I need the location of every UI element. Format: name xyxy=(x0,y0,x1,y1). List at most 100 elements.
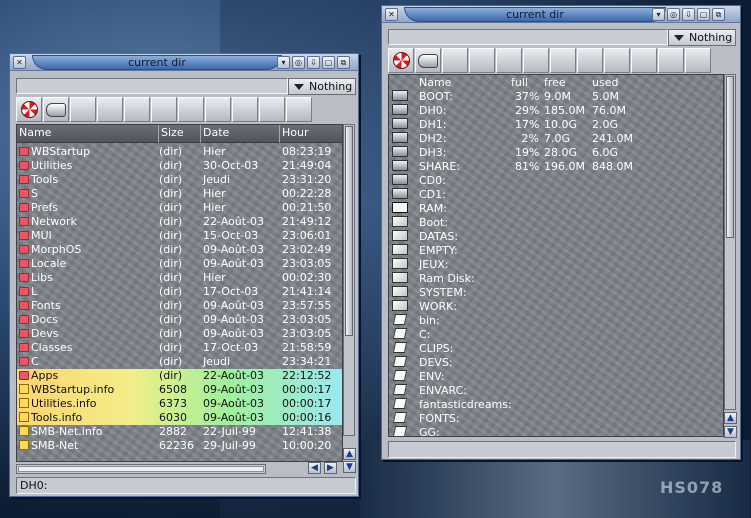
toolbar-slot-8[interactable] xyxy=(631,48,657,73)
jump-icon[interactable]: ⇩ xyxy=(682,8,695,21)
table-row[interactable]: C (dir) Jeudi 23:34:21 xyxy=(17,355,342,369)
iconify-icon[interactable]: ▾ xyxy=(652,8,665,21)
list-item[interactable]: C: xyxy=(389,328,723,342)
table-row[interactable]: Devs (dir) 09-Août-03 23:03:05 xyxy=(17,327,342,341)
scroll-down-icon[interactable]: ▼ xyxy=(724,426,737,438)
right-window[interactable]: ✕ current dir ▾ ◎ ⇩ ▢ ⧉ Nothing Name full… xyxy=(381,5,741,460)
table-row[interactable]: Apps (dir) 22-Août-03 22:12:52 xyxy=(17,369,342,383)
toolbar-slot-4[interactable] xyxy=(151,97,177,122)
table-row[interactable]: Network (dir) 22-Août-03 21:49:12 xyxy=(17,215,342,229)
table-row[interactable]: WBStartup (dir) Hier 08:23:19 xyxy=(17,145,342,159)
table-row[interactable]: Prefs (dir) Hier 00:21:50 xyxy=(17,201,342,215)
toolbar-slot-6[interactable] xyxy=(205,97,231,122)
list-item[interactable]: bin: xyxy=(389,314,723,328)
zoom-icon[interactable]: ▢ xyxy=(697,8,710,21)
iconify-icon[interactable]: ▾ xyxy=(277,56,290,69)
path-field[interactable] xyxy=(16,78,288,94)
column-header-name[interactable]: Name xyxy=(17,125,159,143)
right-window-titlebar[interactable]: ✕ current dir ▾ ◎ ⇩ ▢ ⧉ xyxy=(382,6,740,23)
list-item[interactable]: EMPTY: xyxy=(389,244,723,258)
column-header-size[interactable]: Size xyxy=(159,125,201,143)
table-row[interactable]: Classes (dir) 17-Oct-03 21:58:59 xyxy=(17,341,342,355)
toolbar-slot-9[interactable] xyxy=(658,48,684,73)
toolbar-slot-10[interactable] xyxy=(685,48,711,73)
toolbar-slot-3[interactable] xyxy=(496,48,522,73)
table-row[interactable]: Fonts (dir) 09-Août-03 23:57:55 xyxy=(17,299,342,313)
list-item[interactable]: DH0: 29% 185.0M 76.0M xyxy=(389,104,723,118)
left-window-titlebar[interactable]: ✕ current dir ▾ ◎ ⇩ ▢ ⧉ xyxy=(10,54,358,71)
table-row[interactable]: MUI (dir) 15-Oct-03 23:06:01 xyxy=(17,229,342,243)
list-item[interactable]: DATAS: xyxy=(389,230,723,244)
left-scroll-thumb[interactable] xyxy=(345,126,353,336)
table-row[interactable]: WBStartup.info 6508 09-Août-03 00:00:17 xyxy=(17,383,342,397)
list-item[interactable]: DH3: 19% 28.0G 6.0G xyxy=(389,146,723,160)
close-icon[interactable]: ✕ xyxy=(13,56,26,69)
list-item[interactable]: fantasticdreams: xyxy=(389,398,723,412)
toolbar-slot-2[interactable] xyxy=(469,48,495,73)
toolbar-slot-6[interactable] xyxy=(577,48,603,73)
list-item[interactable]: ENV: xyxy=(389,370,723,384)
list-item[interactable]: DEVS: xyxy=(389,356,723,370)
scroll-right-icon[interactable]: ▶ xyxy=(324,462,337,474)
table-row[interactable]: L (dir) 17-Oct-03 21:41:14 xyxy=(17,285,342,299)
left-vertical-scrollbar[interactable] xyxy=(343,124,355,436)
column-header-date[interactable]: Date xyxy=(201,125,280,143)
toolbar-slot-3[interactable] xyxy=(124,97,150,122)
column-header-used[interactable]: used xyxy=(592,76,618,90)
jump-icon[interactable]: ⇩ xyxy=(307,56,320,69)
list-item[interactable]: CLIPS: xyxy=(389,342,723,356)
boing-ball-button[interactable] xyxy=(388,48,414,73)
close-icon[interactable]: ✕ xyxy=(385,8,398,21)
list-item[interactable]: FONTS: xyxy=(389,412,723,426)
table-row[interactable]: SMB-Net 62236 29-Juil-99 10:00:20 xyxy=(17,439,342,453)
path-field[interactable] xyxy=(388,29,668,45)
toolbar-slot-1[interactable] xyxy=(70,97,96,122)
file-list[interactable]: Name Size Date Hour WBStartup (dir) Hier 08… xyxy=(16,124,343,462)
left-hscroll-thumb[interactable] xyxy=(18,466,264,472)
toolbar-slot-7[interactable] xyxy=(604,48,630,73)
scroll-up-icon[interactable]: ▲ xyxy=(724,412,737,424)
toolbar-slot-2[interactable] xyxy=(97,97,123,122)
right-scroll-thumb[interactable] xyxy=(726,76,734,238)
table-row[interactable]: Tools.info 6030 09-Août-03 00:00:16 xyxy=(17,411,342,425)
left-horizontal-scrollbar[interactable] xyxy=(16,464,266,474)
column-header-full[interactable]: full xyxy=(511,76,528,90)
snapshot-icon[interactable]: ◎ xyxy=(292,56,305,69)
list-item[interactable]: CD0: xyxy=(389,174,723,188)
toolbar-slot-5[interactable] xyxy=(550,48,576,73)
filter-dropdown[interactable]: Nothing xyxy=(288,78,356,95)
table-row[interactable]: Libs (dir) Hier 00:02:30 xyxy=(17,271,342,285)
table-row[interactable]: Tools (dir) Jeudi 23:31:20 xyxy=(17,173,342,187)
toolbar-slot-4[interactable] xyxy=(523,48,549,73)
list-item[interactable]: BOOT: 37% 9.0M 5.0M xyxy=(389,90,723,104)
scroll-left-icon[interactable]: ◀ xyxy=(308,462,321,474)
column-header-free[interactable]: free xyxy=(544,76,566,90)
zoom-icon[interactable]: ▢ xyxy=(322,56,335,69)
snapshot-icon[interactable]: ◎ xyxy=(667,8,680,21)
list-item[interactable]: SHARE: 81% 196.0M 848.0M xyxy=(389,160,723,174)
hand-tool-button[interactable] xyxy=(43,97,69,122)
list-item[interactable]: JEUX: xyxy=(389,258,723,272)
table-row[interactable]: SMB-Net.info 2882 22-Juil-99 12:41:38 xyxy=(17,425,342,439)
column-header-hour[interactable]: Hour xyxy=(280,125,342,143)
toolbar-slot-1[interactable] xyxy=(442,48,468,73)
column-header-name[interactable]: Name xyxy=(419,76,451,90)
scroll-down-icon[interactable]: ▼ xyxy=(343,461,356,473)
filter-dropdown[interactable]: Nothing xyxy=(668,29,736,46)
list-item[interactable]: Boot: xyxy=(389,216,723,230)
depth-icon[interactable]: ⧉ xyxy=(337,56,350,69)
list-item[interactable]: GG: xyxy=(389,426,723,436)
depth-icon[interactable]: ⧉ xyxy=(712,8,725,21)
right-vertical-scrollbar[interactable] xyxy=(724,74,736,410)
table-row[interactable]: Docs (dir) 09-Août-03 23:03:05 xyxy=(17,313,342,327)
list-item[interactable]: SYSTEM: xyxy=(389,286,723,300)
toolbar-slot-7[interactable] xyxy=(232,97,258,122)
scroll-up-icon[interactable]: ▲ xyxy=(343,448,356,460)
list-item[interactable]: CD1: xyxy=(389,188,723,202)
list-item[interactable]: DH1: 17% 10.0G 2.0G xyxy=(389,118,723,132)
list-item[interactable]: WORK: xyxy=(389,300,723,314)
boing-ball-button[interactable] xyxy=(16,97,42,122)
toolbar-slot-8[interactable] xyxy=(259,97,285,122)
volume-list[interactable]: Name full free used BOOT: 37% 9.0M 5.0M DH0: 29% 1… xyxy=(388,74,724,437)
hand-tool-button[interactable] xyxy=(415,48,441,73)
